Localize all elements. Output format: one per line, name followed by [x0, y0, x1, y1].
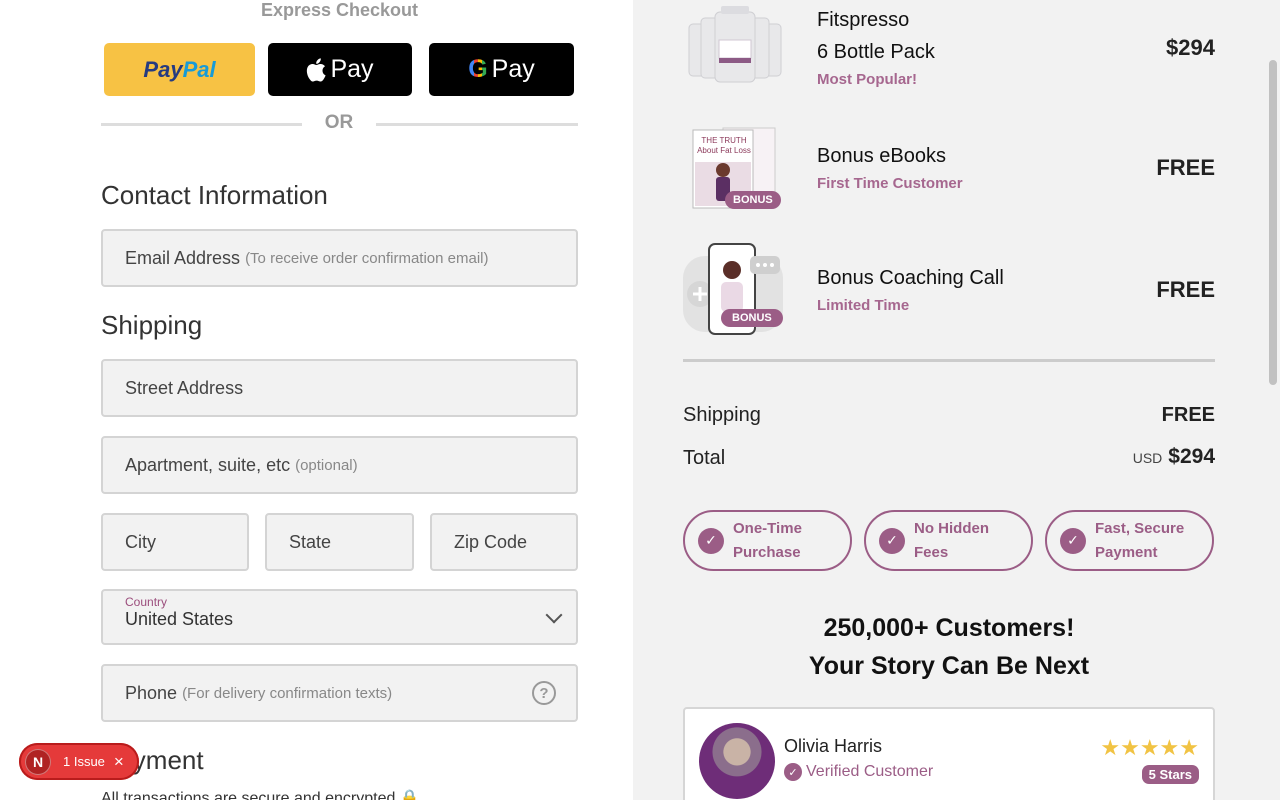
google-pay-button[interactable]: G Pay	[429, 43, 574, 96]
ebook-cover-title: THE TRUTH About Fat Loss	[697, 136, 751, 155]
checkout-form-panel: Express Checkout PayPal Pay G Pay OR Con…	[0, 0, 633, 800]
close-icon[interactable]: ×	[114, 752, 124, 772]
summary-divider	[683, 359, 1215, 362]
item-subtitle: Most Popular!	[817, 71, 917, 88]
avatar	[699, 723, 775, 799]
city-field[interactable]: City	[101, 513, 249, 571]
bonus-badge: BONUS	[721, 309, 783, 327]
country-select[interactable]: Country United States	[101, 589, 578, 645]
country-value: United States	[125, 609, 234, 629]
apple-icon	[307, 57, 327, 82]
state-field[interactable]: State	[265, 513, 414, 571]
order-summary-panel: Fitspresso 6 Bottle Pack Most Popular! $2…	[633, 0, 1280, 800]
email-field[interactable]: Email Address (To receive order confirmat…	[101, 229, 578, 287]
total-label: Total	[683, 447, 726, 469]
country-label: Country	[125, 595, 168, 609]
stars-badge: 5 Stars	[1141, 765, 1199, 784]
scrollbar[interactable]	[1266, 0, 1280, 800]
item-name: Fitspresso 6 Bottle Pack	[817, 9, 935, 63]
reviewer-name: Olivia Harris	[784, 736, 883, 756]
bonus-badge: BONUS	[725, 191, 781, 209]
contact-heading: Contact Information	[101, 180, 328, 210]
item-name: Bonus eBooks	[817, 145, 946, 167]
item-subtitle: First Time Customer	[817, 175, 963, 192]
lock-icon: 🔒	[399, 790, 420, 800]
google-g-icon: G	[468, 55, 488, 83]
or-divider: OR	[101, 112, 578, 136]
scrollbar-thumb[interactable]	[1269, 60, 1277, 385]
coaching-call-image: BONUS	[683, 242, 788, 341]
total-value: USD $294	[1132, 445, 1215, 468]
shipping-heading: Shipping	[101, 310, 203, 340]
star-rating-icons: ★★★★★	[1100, 735, 1199, 760]
verified-customer: ✓ Verified Customer	[784, 763, 933, 781]
check-icon: ✓	[698, 527, 724, 554]
street-address-field[interactable]: Street Address	[101, 359, 578, 417]
zip-code-field[interactable]: Zip Code	[430, 513, 578, 571]
customers-heading: 250,000+ Customers!	[823, 614, 1075, 642]
review-card: Olivia Harris ✓ Verified Customer ★★★★★ 5…	[683, 707, 1215, 800]
item-name: Bonus Coaching Call	[817, 267, 1004, 289]
verified-check-icon: ✓	[784, 763, 802, 781]
item-subtitle: Limited Time	[817, 297, 910, 314]
guarantee-pill: ✓ Fast, Secure Payment	[1045, 510, 1214, 571]
guarantee-pill: ✓ One-Time Purchase	[683, 510, 852, 571]
item-price: FREE	[1156, 277, 1215, 302]
check-icon: ✓	[879, 527, 905, 554]
check-icon: ✓	[1060, 527, 1086, 554]
item-price: $294	[1166, 35, 1215, 60]
ebooks-image: THE TRUTH About Fat Loss BONUS	[683, 122, 783, 217]
product-bottles-image	[683, 4, 789, 91]
issue-badge[interactable]: N 1 Issue ×	[19, 743, 139, 780]
apple-pay-button[interactable]: Pay	[268, 43, 412, 96]
chevron-down-icon	[545, 606, 563, 624]
shipping-label: Shipping	[683, 404, 761, 426]
customers-subheading: Your Story Can Be Next	[808, 652, 1090, 680]
issue-text: 1 Issue	[63, 754, 105, 769]
secure-text: All transactions are secure and encrypte…	[101, 788, 420, 800]
help-icon[interactable]: ?	[532, 681, 556, 705]
phone-field[interactable]: Phone (For delivery confirmation texts) ?	[101, 664, 578, 722]
paypal-logo: PayPal	[143, 56, 216, 82]
shipping-value: FREE	[1161, 404, 1215, 426]
express-checkout-title: Express Checkout	[260, 0, 419, 20]
paypal-button[interactable]: PayPal	[104, 43, 255, 96]
issue-logo-icon: N	[25, 748, 51, 775]
apartment-field[interactable]: Apartment, suite, etc (optional)	[101, 436, 578, 494]
guarantee-pill: ✓ No Hidden Fees	[864, 510, 1033, 571]
item-price: FREE	[1156, 155, 1215, 180]
